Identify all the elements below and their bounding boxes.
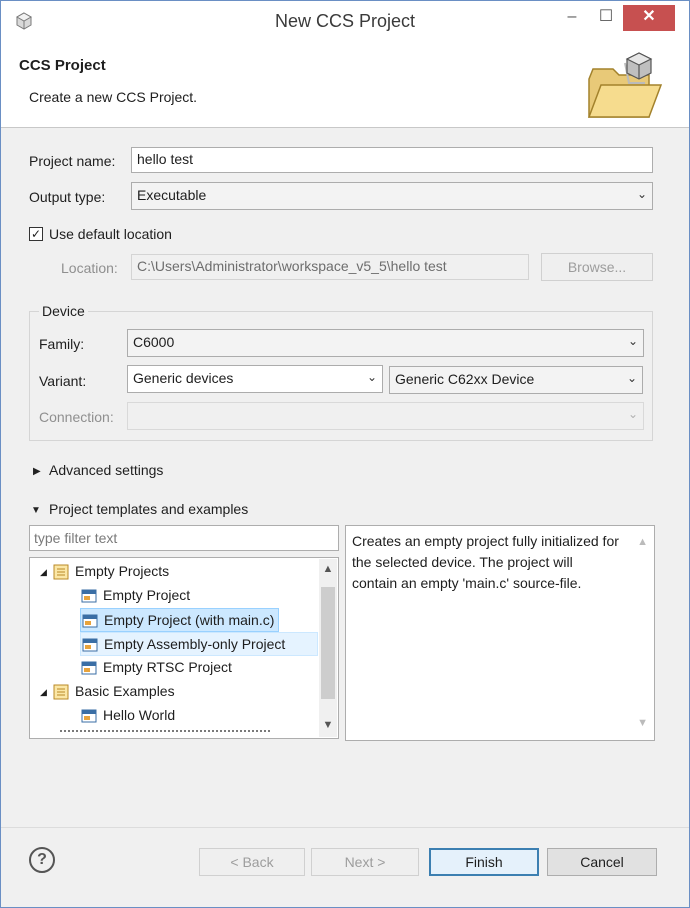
folder-list-icon [53, 564, 69, 580]
location-label: Location: [61, 260, 118, 276]
family-label: Family: [39, 336, 85, 352]
page-subtitle: Create a new CCS Project. [29, 89, 198, 105]
project-name-label: Project name: [29, 153, 116, 169]
template-description: Creates an empty project fully initializ… [352, 533, 619, 591]
collapse-triangle-icon[interactable]: ◢ [40, 681, 52, 703]
tree-item-label: Basic Examples [75, 683, 175, 699]
tree-item-empty-assembly-project[interactable]: Empty Assembly-only Project [80, 632, 318, 656]
project-templates-toggle[interactable]: Project templates and examples [49, 501, 248, 517]
footer-divider [1, 827, 689, 828]
tree-item-label: Empty RTSC Project [103, 659, 232, 675]
template-description-panel: Creates an empty project fully initializ… [345, 525, 655, 741]
family-select[interactable]: C6000 ⌄ [127, 329, 644, 357]
page-title: CCS Project [19, 57, 106, 74]
use-default-location-label: Use default location [49, 226, 172, 242]
chevron-down-icon: ⌄ [627, 334, 638, 348]
chevron-down-icon: ⌄ [626, 371, 637, 385]
tree-item-clipped [60, 730, 270, 736]
tree-item-empty-rtsc-project[interactable]: Empty RTSC Project [80, 656, 236, 680]
chevron-down-icon: ⌄ [627, 407, 638, 421]
finish-button[interactable]: Finish [429, 848, 539, 876]
device-group-title: Device [39, 303, 88, 319]
close-button[interactable]: ✕ [623, 5, 675, 31]
variant-filter-select[interactable]: Generic devices ⌄ [127, 365, 383, 393]
folder-list-icon [53, 684, 69, 700]
tree-item-basic-examples[interactable]: ◢ Basic Examples [40, 680, 179, 704]
scrollbar-thumb[interactable] [321, 587, 335, 699]
connection-label: Connection: [39, 409, 114, 425]
project-template-icon [82, 638, 98, 652]
tree-item-label: Hello World [103, 707, 176, 723]
variant-label: Variant: [39, 373, 87, 389]
chevron-right-icon[interactable]: ▶ [33, 466, 41, 477]
next-button[interactable]: Next > [311, 848, 419, 876]
location-input[interactable]: C:\Users\Administrator\workspace_v5_5\he… [131, 254, 529, 280]
collapse-triangle-icon[interactable]: ◢ [40, 561, 52, 583]
tree-item-label: Empty Project [103, 587, 191, 603]
cancel-button[interactable]: Cancel [547, 848, 657, 876]
advanced-settings-toggle[interactable]: Advanced settings [49, 462, 163, 478]
tree-item-empty-projects[interactable]: ◢ Empty Projects [40, 560, 173, 584]
new-ccs-project-dialog: New CCS Project – ☐ ✕ CCS Project Create… [0, 0, 690, 908]
title-bar[interactable]: New CCS Project – ☐ ✕ [1, 1, 689, 43]
tree-scrollbar[interactable]: ▲ ▼ [319, 559, 337, 737]
chevron-down-icon[interactable]: ▼ [31, 505, 41, 516]
output-type-value: Executable [137, 187, 207, 203]
tree-item-label: Empty Projects [75, 563, 170, 579]
chevron-down-icon: ⌄ [636, 187, 647, 201]
tree-item-label: Empty Project (with main.c) [104, 612, 275, 628]
project-template-icon [81, 589, 97, 603]
project-template-icon [82, 614, 98, 628]
tree-item-hello-world[interactable]: Hello World [80, 704, 179, 728]
variant-device-select[interactable]: Generic C62xx Device ⌄ [389, 366, 643, 394]
variant-filter-value: Generic devices [133, 370, 234, 386]
project-name-input[interactable]: hello test [131, 147, 653, 173]
scroll-down-icon: ▼ [637, 717, 648, 729]
use-default-location-checkbox[interactable]: ✓ [29, 227, 43, 241]
scroll-up-icon: ▲ [637, 536, 648, 548]
scroll-up-icon[interactable]: ▲ [319, 563, 337, 575]
browse-button[interactable]: Browse... [541, 253, 653, 281]
family-value: C6000 [133, 334, 175, 350]
tree-item-empty-project-main-c[interactable]: Empty Project (with main.c) [80, 608, 280, 632]
project-template-icon [81, 709, 97, 723]
chevron-down-icon: ⌄ [366, 370, 377, 384]
scroll-down-icon[interactable]: ▼ [319, 719, 337, 731]
tree-item-label: Empty Assembly-only Project [104, 636, 286, 652]
help-icon[interactable]: ? [29, 847, 55, 873]
output-type-label: Output type: [29, 189, 106, 205]
variant-device-value: Generic C62xx Device [395, 371, 535, 387]
back-button[interactable]: < Back [199, 848, 305, 876]
tree-item-empty-project[interactable]: Empty Project [80, 584, 194, 608]
maximize-button[interactable]: ☐ [591, 5, 621, 31]
folder-cube-icon [587, 52, 663, 118]
wizard-header: CCS Project Create a new CCS Project. [1, 43, 689, 128]
project-template-icon [81, 661, 97, 675]
minimize-button[interactable]: – [557, 5, 587, 31]
template-filter-input[interactable]: type filter text [29, 525, 339, 551]
connection-select[interactable]: ⌄ [127, 402, 644, 430]
template-tree[interactable]: ◢ Empty Projects Empty Project Empty Proj… [29, 557, 339, 739]
output-type-select[interactable]: Executable ⌄ [131, 182, 653, 210]
